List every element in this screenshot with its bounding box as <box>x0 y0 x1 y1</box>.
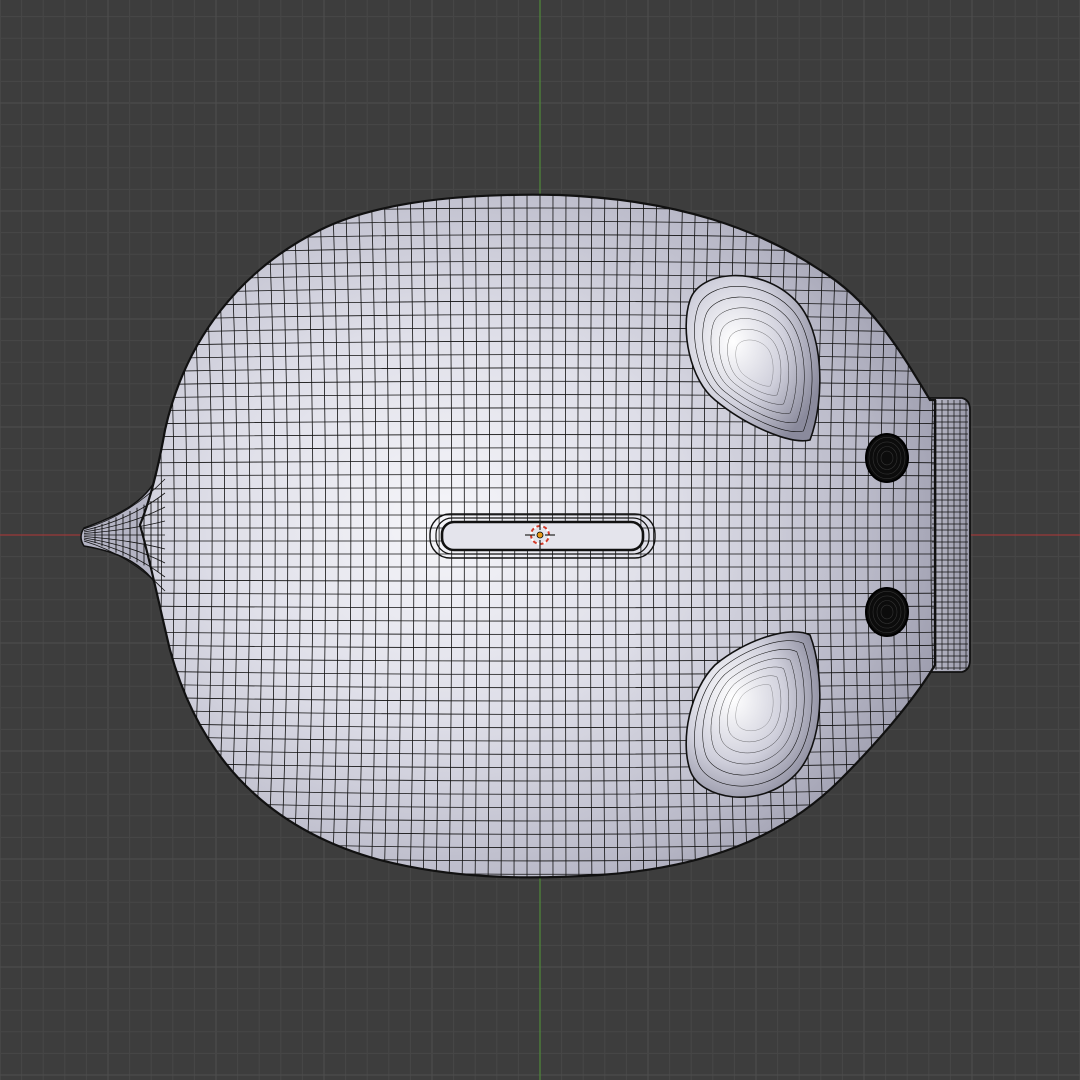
object-origin-icon <box>536 531 544 539</box>
wire-edge <box>130 892 960 901</box>
nostril-lower[interactable] <box>865 587 909 637</box>
3d-viewport[interactable] <box>0 0 1080 1080</box>
piggy-bank-mesh[interactable] <box>80 180 971 901</box>
nostril-upper[interactable] <box>865 433 909 483</box>
viewport-canvas[interactable] <box>0 0 1080 1080</box>
wire-edge <box>130 181 960 190</box>
